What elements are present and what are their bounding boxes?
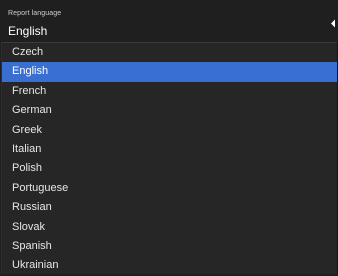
option-polish[interactable]: Polish [2,159,337,178]
option-slovak[interactable]: Slovak [2,218,337,237]
option-czech[interactable]: Czech [2,43,337,62]
field-label: Report language [8,10,62,17]
language-select-field[interactable]: Report language English [0,0,338,42]
chevron-left-icon[interactable] [330,19,336,28]
option-french[interactable]: French [2,82,337,101]
language-dropdown-list: Czech English French German Greek Italia… [1,42,337,274]
option-spanish[interactable]: Spanish [2,237,337,256]
option-ukrainian[interactable]: Ukrainian [2,256,337,275]
option-italian[interactable]: Italian [2,140,337,159]
option-portuguese[interactable]: Portuguese [2,179,337,198]
option-english[interactable]: English [2,62,337,82]
option-greek[interactable]: Greek [2,121,337,140]
selected-value: English [8,24,48,38]
option-german[interactable]: German [2,101,337,120]
option-russian[interactable]: Russian [2,198,337,217]
